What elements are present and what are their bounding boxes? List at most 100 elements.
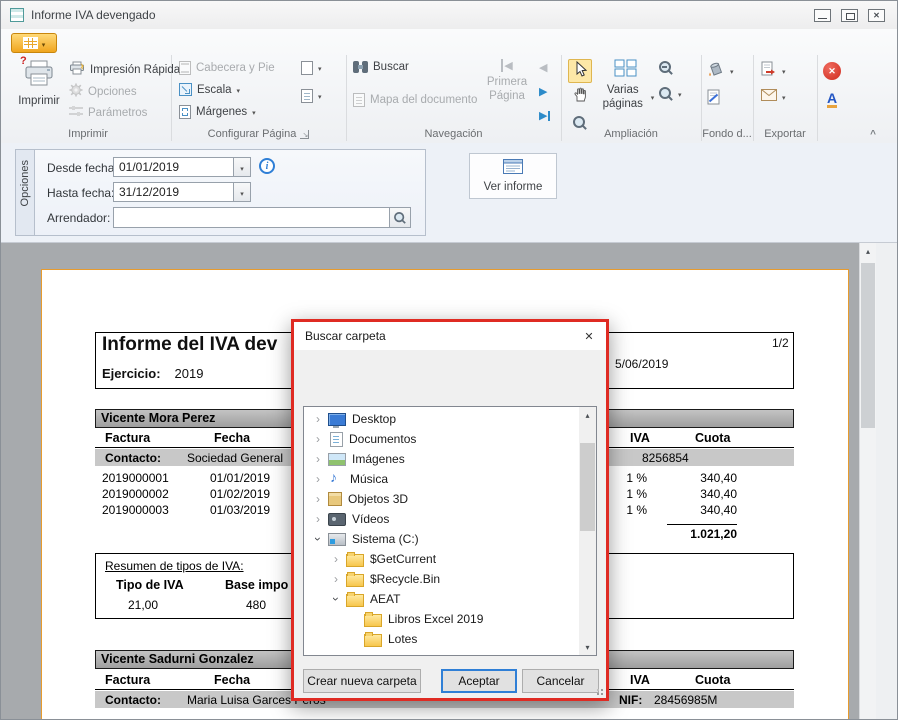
expand-chevron-icon[interactable] <box>328 592 344 606</box>
scroll-down-arrow-icon[interactable] <box>579 639 596 655</box>
ver-informe-button[interactable]: Ver informe <box>469 153 557 199</box>
scroll-up-arrow-icon[interactable] <box>579 407 596 423</box>
watermark-page-button[interactable] <box>707 89 721 108</box>
expand-chevron-icon[interactable] <box>328 572 344 586</box>
margins-button[interactable]: Márgenes <box>179 105 256 119</box>
chevron-down-icon <box>240 160 244 174</box>
tree-item[interactable]: Objetos 3D <box>304 489 579 509</box>
chevron-down-icon <box>782 91 786 103</box>
tree-item[interactable]: Sistema (C:) <box>304 529 579 549</box>
hasta-fecha-dropdown-button[interactable] <box>233 183 250 201</box>
expand-chevron-icon[interactable] <box>310 492 326 506</box>
scrollbar-thumb[interactable] <box>861 263 875 428</box>
desde-fecha-input[interactable]: 01/01/2019 <box>113 157 251 177</box>
tree-item[interactable]: Música <box>304 469 579 489</box>
tree-item-label: Vídeos <box>352 512 389 526</box>
tree-item[interactable]: Libros Excel 2019 <box>304 609 579 629</box>
arrendador-input[interactable] <box>113 207 411 228</box>
collapse-ribbon-button[interactable] <box>863 129 883 143</box>
multiple-pages-button[interactable]: Varias páginas <box>599 59 653 112</box>
document-map-label: Mapa del documento <box>370 94 477 106</box>
zoom-out-button[interactable] <box>659 61 673 75</box>
tree-item[interactable]: Vídeos <box>304 509 579 529</box>
background-color-button[interactable] <box>707 61 734 80</box>
search-button[interactable]: Buscar <box>353 61 409 73</box>
tree-item-label: Sistema (C:) <box>352 532 419 546</box>
dialog-launcher-icon[interactable] <box>300 130 309 139</box>
expand-chevron-icon[interactable] <box>310 532 326 546</box>
title-bar[interactable]: Informe IVA devengado <box>1 1 897 29</box>
browse-folder-dialog: Buscar carpeta Desktop Documentos <box>291 319 609 701</box>
last-page-button[interactable] <box>539 109 550 122</box>
ribbon: ? Imprimir Impresión Rápida Opciones Par… <box>1 29 898 144</box>
tree-item[interactable]: $Recycle.Bin <box>304 569 579 589</box>
tree-item[interactable]: Desktop <box>304 409 579 429</box>
tree-item[interactable]: Documentos <box>304 429 579 449</box>
tree-scrollbar[interactable] <box>579 407 596 655</box>
maximize-button[interactable] <box>841 9 858 22</box>
tree-item-label: $GetCurrent <box>370 552 436 566</box>
paper-size-icon <box>301 89 313 103</box>
close-preview-button[interactable] <box>823 62 841 80</box>
close-button[interactable] <box>868 9 885 22</box>
tree-item[interactable]: Lotes <box>304 629 579 649</box>
expand-chevron-icon[interactable] <box>310 452 326 466</box>
paper-size-button[interactable] <box>301 89 322 103</box>
export-document-button[interactable] <box>761 61 786 80</box>
tree-item-label: Lotes <box>388 632 417 646</box>
expand-chevron-icon[interactable] <box>328 552 344 566</box>
export-document-icon <box>761 61 777 80</box>
watermark-icon <box>707 89 721 108</box>
quick-print-button[interactable]: Impresión Rápida <box>69 61 180 78</box>
dialog-title-bar[interactable]: Buscar carpeta <box>294 322 606 350</box>
hasta-fecha-input[interactable]: 31/12/2019 <box>113 182 251 202</box>
watermark-text-button[interactable]: A <box>827 91 837 108</box>
preview-scrollbar[interactable] <box>859 243 876 720</box>
print-options-label: Opciones <box>88 86 137 98</box>
orientation-button[interactable] <box>301 61 322 75</box>
minimize-button[interactable] <box>814 9 831 22</box>
report-ejercicio: Ejercicio:2019 <box>102 366 203 381</box>
print-button[interactable]: ? Imprimir <box>13 59 65 107</box>
next-page-button[interactable] <box>539 85 547 98</box>
desde-fecha-dropdown-button[interactable] <box>233 158 250 176</box>
expand-chevron-icon[interactable] <box>310 512 326 526</box>
cancel-button[interactable]: Cancelar <box>522 669 599 693</box>
folder-icon <box>346 554 364 567</box>
expand-chevron-icon[interactable] <box>310 432 326 446</box>
info-icon[interactable]: i <box>259 158 275 174</box>
multiple-pages-label: Varias páginas <box>598 83 648 112</box>
expand-chevron-icon[interactable] <box>310 472 326 486</box>
new-folder-button[interactable]: Crear nueva carpeta <box>303 669 421 693</box>
arrendador-search-button[interactable] <box>389 208 410 227</box>
pointer-tool-button[interactable] <box>568 59 592 83</box>
resize-grip[interactable] <box>594 686 604 696</box>
page-orientation-icon <box>301 61 313 75</box>
paint-bucket-icon <box>707 61 725 80</box>
send-email-button[interactable] <box>761 89 786 104</box>
tree-item[interactable]: AEAT <box>304 589 579 609</box>
zoom-dropdown-button[interactable] <box>659 87 682 101</box>
folder-tree: Desktop Documentos Imágenes <box>304 409 579 649</box>
hand-tool-button[interactable] <box>568 85 592 109</box>
group-label-exportar: Exportar <box>753 127 817 141</box>
expand-chevron-icon[interactable] <box>310 412 326 426</box>
app-icon <box>10 8 24 22</box>
options-tab[interactable]: Opciones <box>15 149 35 236</box>
accept-button[interactable]: Aceptar <box>441 669 517 693</box>
application-menu-button[interactable] <box>11 33 57 53</box>
tree-item[interactable]: Imágenes <box>304 449 579 469</box>
dialog-close-button[interactable] <box>572 322 606 350</box>
mouse-pointer-icon <box>574 61 587 82</box>
first-page-label: Primera Página <box>482 75 532 104</box>
tree-item[interactable]: $GetCurrent <box>304 549 579 569</box>
chevron-down-icon <box>730 65 734 77</box>
scale-button[interactable]: Escala <box>179 83 240 96</box>
scrollbar-thumb[interactable] <box>580 443 595 531</box>
next-page-icon <box>539 85 547 98</box>
invoice-number: 2019000003 <box>102 503 169 517</box>
folder-icon <box>346 574 364 587</box>
scale-label: Escala <box>197 84 232 96</box>
scroll-up-arrow-icon[interactable] <box>860 243 876 260</box>
col-factura: Factura <box>105 431 150 445</box>
